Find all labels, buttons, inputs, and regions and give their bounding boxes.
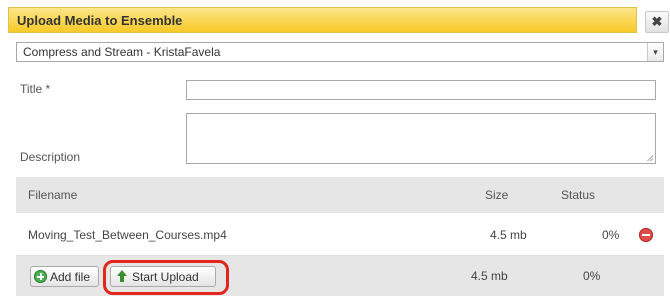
table-row: Moving_Test_Between_Courses.mp4 4.5 mb 0… [16,214,664,256]
file-status: 0% [602,228,620,242]
add-circle-icon [34,270,47,283]
file-table-header: Filename Size Status [16,177,664,213]
total-status: 0% [583,269,601,283]
remove-circle-icon[interactable] [639,228,653,242]
resize-grip-icon[interactable] [647,155,653,161]
size-column-header: Size [485,188,509,202]
add-file-label: Add file [50,270,91,284]
description-textarea[interactable] [186,113,656,164]
filename-column-header: Filename [28,188,78,202]
dialog-title: Upload Media to Ensemble [17,13,183,28]
destination-select[interactable]: Compress and Stream - KristaFavela ▾ [16,42,664,62]
title-input[interactable] [186,80,656,100]
start-upload-highlight [103,260,229,295]
file-name: Moving_Test_Between_Courses.mp4 [28,228,227,242]
chevron-down-icon[interactable]: ▾ [647,43,663,61]
file-size: 4.5 mb [490,228,527,242]
total-size: 4.5 mb [471,269,508,283]
close-icon: ✖ [651,14,663,29]
status-column-header: Status [561,188,596,202]
description-label: Description [20,150,81,164]
close-button[interactable]: ✖ [645,11,669,33]
dialog-titlebar: Upload Media to Ensemble [8,7,637,33]
add-file-button[interactable]: Add file [30,266,99,287]
destination-selected-value: Compress and Stream - KristaFavela [23,45,221,59]
title-label: Title * [20,82,51,96]
